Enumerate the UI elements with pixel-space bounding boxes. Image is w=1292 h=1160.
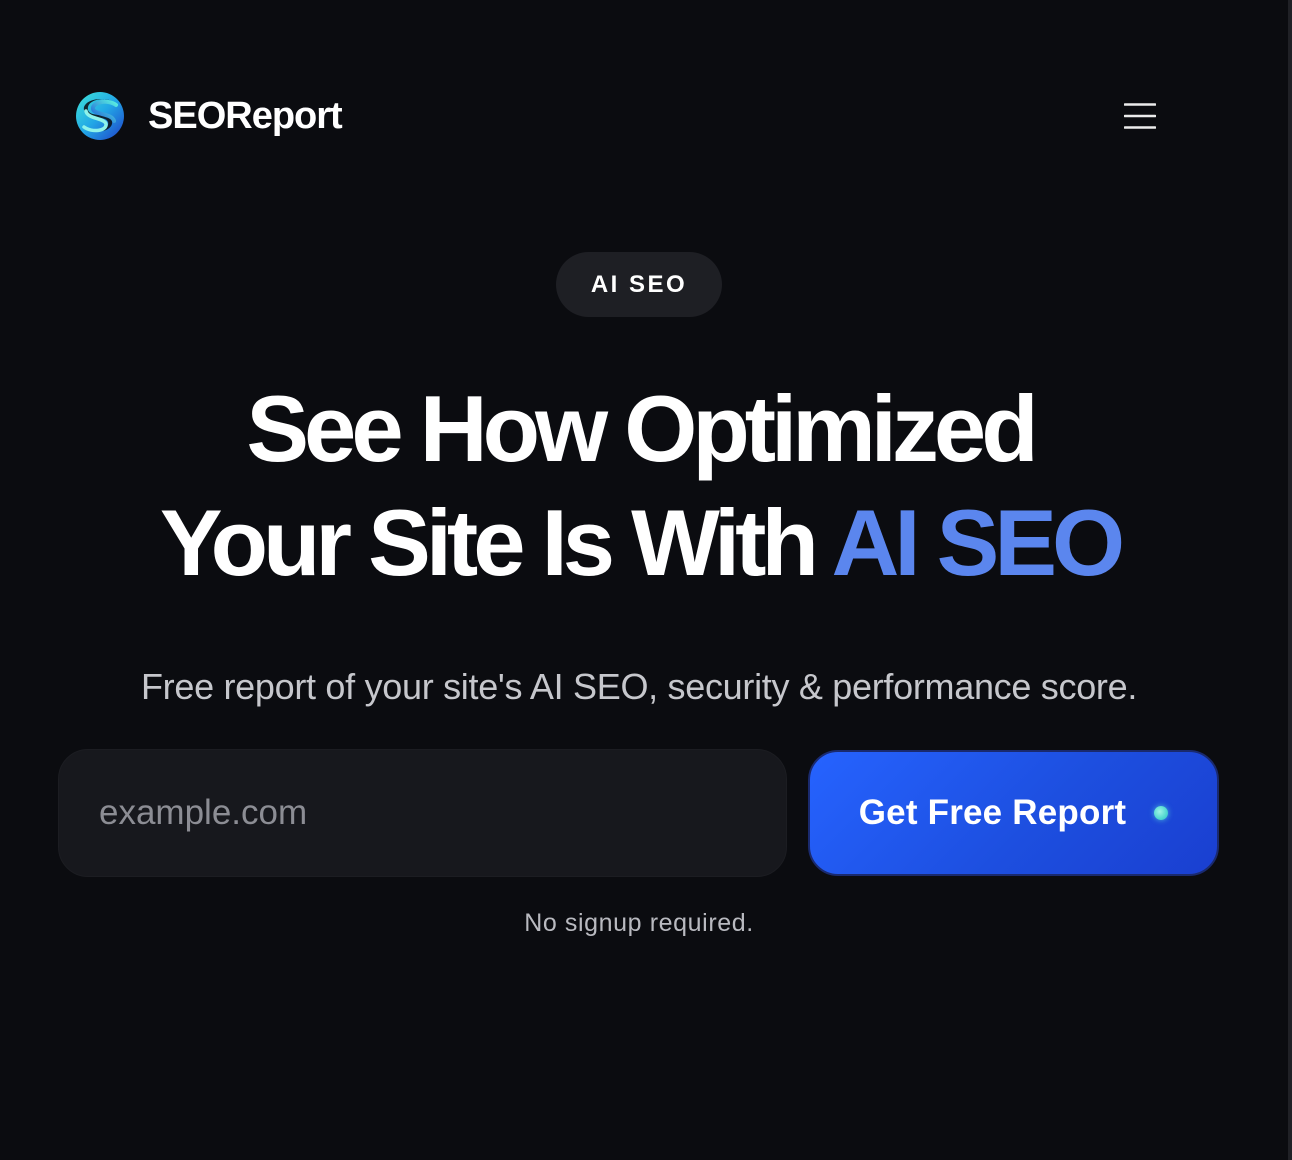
swirl-s-logo-icon xyxy=(76,92,124,140)
brand-link[interactable]: SEOReport xyxy=(74,90,343,142)
status-dot-icon xyxy=(1154,806,1169,820)
hero-title-line-1: See How Optimized xyxy=(246,376,1038,481)
hero-title-accent: AI SEO xyxy=(831,490,1126,595)
category-badge: AI SEO xyxy=(556,252,722,317)
site-header: SEOReport xyxy=(74,84,1164,148)
hero-subtitle: Free report of your site's AI SEO, secur… xyxy=(140,666,1138,707)
hero-title: See How Optimized Your Site Is With AI S… xyxy=(0,372,1280,600)
page-scrollbar[interactable] xyxy=(1288,0,1292,1160)
brand-name: SEOReport xyxy=(148,94,343,137)
hamburger-menu-icon xyxy=(1124,103,1156,129)
menu-button[interactable] xyxy=(1114,90,1166,142)
hero-title-line-2: Your Site Is With AI SEO xyxy=(0,486,1280,600)
get-free-report-label: Get Free Report xyxy=(858,793,1127,832)
hero-title-line-2-text: Your Site Is With xyxy=(159,490,832,595)
get-free-report-button[interactable]: Get Free Report xyxy=(808,750,1219,876)
website-url-input[interactable] xyxy=(58,749,787,877)
no-signup-note: No signup required. xyxy=(524,909,754,937)
